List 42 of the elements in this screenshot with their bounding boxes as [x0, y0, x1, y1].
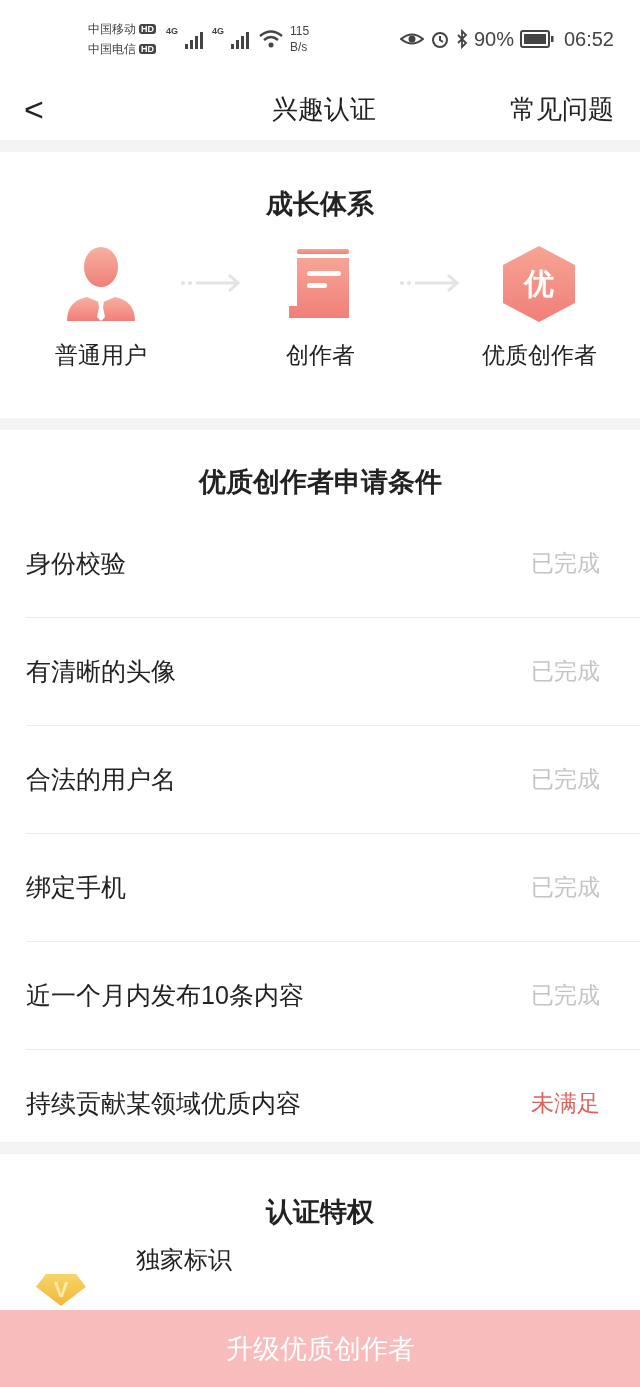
section-title: 成长体系	[265, 188, 375, 221]
hexagon-badge: 优	[503, 246, 575, 322]
speed-text: 115	[290, 23, 310, 39]
carrier-name: 中国移动	[88, 20, 136, 38]
condition-status: 已完成	[531, 657, 600, 686]
section-title: 认证特权	[264, 1196, 375, 1229]
arrow-icon	[398, 272, 461, 294]
section-title: 优质创作者申请条件	[197, 466, 443, 499]
condition-status: 未满足	[531, 1089, 600, 1118]
condition-label: 有清晰的头像	[26, 656, 176, 687]
wifi-icon	[258, 29, 285, 49]
step-label: 优质创作者	[481, 341, 597, 370]
step-label: 普通用户	[55, 341, 147, 370]
alarm-icon	[429, 29, 450, 49]
back-button[interactable]: <	[24, 89, 64, 129]
signal-icon	[184, 29, 206, 49]
clock-time: 06:52	[563, 27, 614, 51]
battery-icon	[519, 30, 554, 48]
network-type: 4G	[212, 26, 225, 36]
hd-badge: HD	[139, 44, 156, 54]
condition-label: 绑定手机	[26, 872, 126, 903]
condition-label: 身份校验	[26, 548, 126, 579]
user-icon	[65, 246, 137, 322]
condition-label: 近一个月内发布10条内容	[26, 980, 304, 1011]
condition-status: 已完成	[531, 765, 600, 794]
battery-percent: 90%	[473, 27, 514, 51]
privilege-title: 独家标识	[136, 1245, 232, 1275]
faq-link[interactable]: 常见问题	[510, 91, 614, 127]
network-type: 4G	[166, 26, 178, 36]
page-title: 兴趣认证	[272, 92, 376, 126]
condition-label: 持续贡献某领域优质内容	[26, 1088, 301, 1119]
condition-status: 已完成	[531, 549, 600, 578]
condition-status: 已完成	[531, 981, 600, 1010]
hd-badge: HD	[139, 24, 156, 34]
bluetooth-icon	[455, 29, 468, 49]
gem-badge: V	[36, 1274, 86, 1306]
step-label: 创作者	[285, 341, 355, 370]
condition-label: 合法的用户名	[26, 764, 176, 795]
carrier-name: 中国电信	[88, 40, 136, 58]
speed-text: B/s	[290, 39, 309, 55]
arrow-icon	[179, 272, 242, 294]
condition-status: 已完成	[531, 873, 600, 902]
